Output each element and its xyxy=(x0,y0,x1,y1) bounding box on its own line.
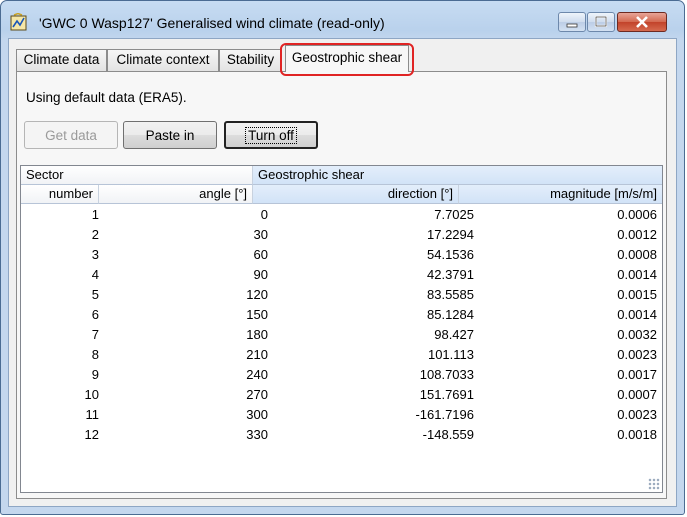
cell-number: 8 xyxy=(91,347,99,362)
tab-climate-context[interactable]: Climate context xyxy=(107,49,219,71)
maximize-icon xyxy=(594,15,608,28)
resize-grip[interactable] xyxy=(648,478,660,490)
tab-panel-geostrophic-shear: Using default data (ERA5). Get data Past… xyxy=(16,71,667,499)
table-row[interactable]: 3 60 54.1536 0.0008 xyxy=(21,245,661,265)
cell-angle: 270 xyxy=(246,387,268,402)
close-icon xyxy=(636,16,648,28)
cell-angle: 30 xyxy=(253,227,268,242)
cell-number: 2 xyxy=(91,227,99,242)
cell-magnitude: 0.0014 xyxy=(617,307,657,322)
table-row[interactable]: 1 0 7.7025 0.0006 xyxy=(21,205,661,225)
cell-magnitude: 0.0023 xyxy=(617,407,657,422)
cell-number: 3 xyxy=(91,247,99,262)
cell-direction: 54.1536 xyxy=(427,247,474,262)
cell-number: 7 xyxy=(91,327,99,342)
get-data-button[interactable]: Get data xyxy=(24,121,118,149)
table-row[interactable]: 9 240 108.7033 0.0017 xyxy=(21,365,661,385)
cell-angle: 120 xyxy=(246,287,268,302)
cell-direction: -148.559 xyxy=(422,427,474,442)
cell-magnitude: 0.0017 xyxy=(617,367,657,382)
highlight-box xyxy=(280,43,414,76)
table-row[interactable]: 5 120 83.5585 0.0015 xyxy=(21,285,661,305)
cell-direction: -161.7196 xyxy=(415,407,474,422)
table-row[interactable]: 11 300 -161.7196 0.0023 xyxy=(21,405,661,425)
table-row[interactable]: 2 30 17.2294 0.0012 xyxy=(21,225,661,245)
column-header-angle[interactable]: angle [°] xyxy=(99,185,253,204)
cell-number: 9 xyxy=(91,367,99,382)
header-sector: Sector xyxy=(21,166,253,185)
cell-magnitude: 0.0015 xyxy=(617,287,657,302)
cell-direction: 151.7691 xyxy=(419,387,474,402)
wind-climate-app-icon xyxy=(10,13,27,31)
cell-angle: 300 xyxy=(246,407,268,422)
turn-off-button[interactable]: Turn off xyxy=(224,121,318,149)
table-row[interactable]: 12 330 -148.559 0.0018 xyxy=(21,425,661,445)
cell-magnitude: 0.0023 xyxy=(617,347,657,362)
cell-angle: 150 xyxy=(246,307,268,322)
column-header-magnitude[interactable]: magnitude [m/s/m] xyxy=(459,185,662,204)
window-title: 'GWC 0 Wasp127' Generalised wind climate… xyxy=(39,15,385,31)
cell-number: 10 xyxy=(84,387,99,402)
cell-direction: 7.7025 xyxy=(434,207,474,222)
cell-angle: 90 xyxy=(253,267,268,282)
cell-angle: 180 xyxy=(246,327,268,342)
cell-angle: 60 xyxy=(253,247,268,262)
cell-direction: 101.113 xyxy=(427,347,474,362)
cell-direction: 98.427 xyxy=(434,327,474,342)
cell-direction: 42.3791 xyxy=(427,267,474,282)
table-row[interactable]: 7 180 98.427 0.0032 xyxy=(21,325,661,345)
cell-number: 4 xyxy=(91,267,99,282)
dialog-body: Climate data Climate context Stability G… xyxy=(8,38,677,507)
table-row[interactable]: 6 150 85.1284 0.0014 xyxy=(21,305,661,325)
paste-in-button[interactable]: Paste in xyxy=(123,121,217,149)
cell-magnitude: 0.0014 xyxy=(617,267,657,282)
shear-table[interactable]: Sector Geostrophic shear number angle [°… xyxy=(20,165,663,493)
cell-direction: 85.1284 xyxy=(427,307,474,322)
cell-number: 6 xyxy=(91,307,99,322)
cell-direction: 108.7033 xyxy=(419,367,474,382)
title-bar[interactable]: 'GWC 0 Wasp127' Generalised wind climate… xyxy=(1,1,684,37)
close-button[interactable] xyxy=(617,12,667,32)
cell-direction: 17.2294 xyxy=(427,227,474,242)
table-row[interactable]: 8 210 101.113 0.0023 xyxy=(21,345,661,365)
minimize-button[interactable] xyxy=(558,12,586,32)
cell-angle: 240 xyxy=(246,367,268,382)
cell-magnitude: 0.0008 xyxy=(617,247,657,262)
window: 'GWC 0 Wasp127' Generalised wind climate… xyxy=(0,0,685,515)
column-header-direction[interactable]: direction [°] xyxy=(253,185,459,204)
header-geostrophic-shear: Geostrophic shear xyxy=(253,166,662,185)
tab-climate-data[interactable]: Climate data xyxy=(16,49,107,71)
cell-magnitude: 0.0012 xyxy=(617,227,657,242)
tab-stability[interactable]: Stability xyxy=(219,49,282,71)
cell-number: 11 xyxy=(85,407,100,422)
minimize-icon xyxy=(566,23,578,28)
cell-number: 5 xyxy=(91,287,99,302)
cell-number: 1 xyxy=(91,207,99,222)
column-header-number[interactable]: number xyxy=(21,185,99,204)
cell-magnitude: 0.0032 xyxy=(617,327,657,342)
table-row[interactable]: 4 90 42.3791 0.0014 xyxy=(21,265,661,285)
turn-off-label: Turn off xyxy=(245,126,297,144)
cell-angle: 330 xyxy=(246,427,268,442)
table-row[interactable]: 10 270 151.7691 0.0007 xyxy=(21,385,661,405)
cell-magnitude: 0.0006 xyxy=(617,207,657,222)
cell-magnitude: 0.0007 xyxy=(617,387,657,402)
status-text: Using default data (ERA5). xyxy=(26,90,187,105)
cell-direction: 83.5585 xyxy=(427,287,474,302)
cell-number: 12 xyxy=(84,427,99,442)
cell-angle: 0 xyxy=(260,207,268,222)
cell-magnitude: 0.0018 xyxy=(617,427,657,442)
maximize-button[interactable] xyxy=(587,12,615,32)
cell-angle: 210 xyxy=(246,347,268,362)
